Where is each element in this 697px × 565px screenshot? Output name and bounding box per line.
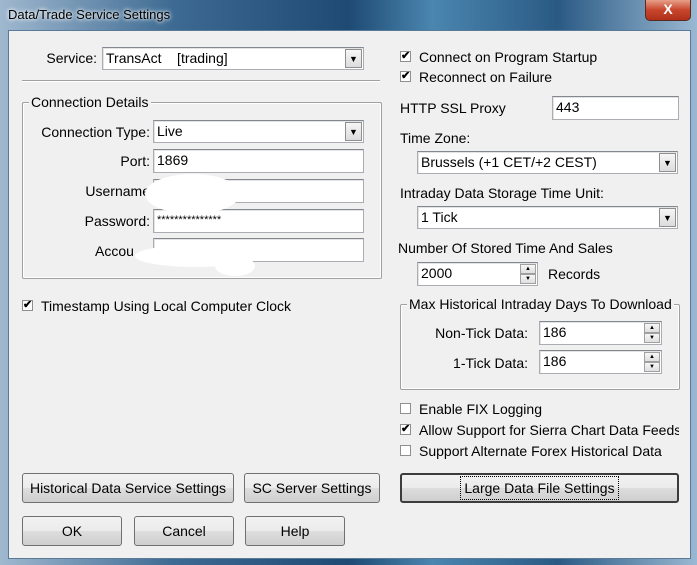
- service-value: TransAct [trading]: [106, 50, 228, 66]
- sierra-feed-label: Allow Support for Sierra Chart Data Feed…: [419, 422, 679, 438]
- redaction-mark: [145, 174, 240, 214]
- max-hist-group: [400, 304, 680, 390]
- help-button[interactable]: Help: [245, 516, 345, 546]
- connection-type-label: Connection Type:: [41, 124, 150, 140]
- one-tick-value: 186: [543, 353, 567, 369]
- alt-forex-label: Support Alternate Forex Historical Data: [419, 443, 662, 459]
- max-hist-legend: Max Historical Intraday Days To Download: [407, 296, 674, 312]
- storage-unit-select[interactable]: 1 Tick ▼: [417, 206, 678, 229]
- account-label: Accou: [95, 243, 134, 259]
- close-button[interactable]: X: [645, 0, 691, 21]
- one-tick-spinner[interactable]: 186 ▲ ▼: [539, 350, 662, 374]
- sierra-feed-checkbox[interactable]: ✔: [400, 424, 411, 435]
- service-select[interactable]: TransAct [trading] ▼: [102, 47, 364, 70]
- stored-ts-value: 2000: [421, 265, 453, 281]
- connect-startup-label: Connect on Program Startup: [419, 49, 598, 65]
- spin-up-icon[interactable]: ▲: [644, 323, 660, 333]
- separator: [22, 80, 380, 82]
- storage-unit-label: Intraday Data Storage Time Unit:: [400, 185, 604, 201]
- stored-ts-label: Number Of Stored Time And Sales: [398, 240, 613, 256]
- non-tick-label: Non-Tick Data:: [435, 325, 528, 341]
- spin-up-icon[interactable]: ▲: [520, 264, 536, 274]
- chevron-down-icon: ▼: [659, 208, 676, 227]
- one-tick-label: 1-Tick Data:: [453, 355, 528, 371]
- chevron-down-icon: ▼: [345, 122, 362, 141]
- redaction-mark: [215, 256, 255, 276]
- records-label: Records: [548, 266, 601, 282]
- connection-details-legend: Connection Details: [29, 94, 151, 110]
- timestamp-checkbox[interactable]: ✔: [22, 300, 33, 311]
- chevron-down-icon: ▼: [345, 49, 362, 68]
- port-label: Port:: [120, 153, 150, 169]
- spin-down-icon[interactable]: ▼: [644, 362, 660, 372]
- sc-server-settings-button[interactable]: SC Server Settings: [244, 473, 380, 503]
- connection-type-value: Live: [157, 123, 183, 139]
- connection-type-select[interactable]: Live ▼: [153, 120, 364, 143]
- port-input[interactable]: 1869: [153, 149, 364, 173]
- ok-button[interactable]: OK: [22, 516, 122, 546]
- password-label: Password:: [84, 213, 150, 229]
- connect-startup-checkbox[interactable]: ✔: [400, 51, 411, 62]
- time-zone-label: Time Zone:: [400, 130, 471, 146]
- window-title: Data/Trade Service Settings: [8, 7, 171, 22]
- stored-ts-spinner[interactable]: 2000 ▲ ▼: [417, 262, 538, 286]
- timestamp-label: Timestamp Using Local Computer Clock: [41, 298, 292, 314]
- http-proxy-input[interactable]: 443: [552, 96, 679, 120]
- fix-logging-checkbox[interactable]: [400, 403, 411, 414]
- fix-logging-label: Enable FIX Logging: [419, 401, 542, 417]
- large-data-file-settings-label: Large Data File Settings: [460, 476, 619, 500]
- non-tick-spinner[interactable]: 186 ▲ ▼: [539, 321, 662, 345]
- time-zone-value: Brussels (+1 CET/+2 CEST): [421, 154, 597, 170]
- non-tick-value: 186: [543, 324, 567, 340]
- large-data-file-settings-button[interactable]: Large Data File Settings: [400, 473, 679, 503]
- reconnect-checkbox[interactable]: ✔: [400, 71, 411, 82]
- cancel-button[interactable]: Cancel: [134, 516, 234, 546]
- chevron-down-icon: ▼: [659, 153, 676, 172]
- time-zone-select[interactable]: Brussels (+1 CET/+2 CEST) ▼: [417, 151, 678, 174]
- reconnect-label: Reconnect on Failure: [419, 69, 553, 85]
- historical-data-settings-button[interactable]: Historical Data Service Settings: [22, 473, 234, 503]
- spin-down-icon[interactable]: ▼: [520, 274, 536, 284]
- alt-forex-checkbox[interactable]: [400, 445, 411, 456]
- service-label: Service:: [46, 50, 97, 66]
- storage-unit-value: 1 Tick: [421, 209, 458, 225]
- http-proxy-label: HTTP SSL Proxy: [400, 100, 506, 116]
- username-label: Username: [85, 183, 150, 199]
- spin-down-icon[interactable]: ▼: [644, 333, 660, 343]
- spin-up-icon[interactable]: ▲: [644, 352, 660, 362]
